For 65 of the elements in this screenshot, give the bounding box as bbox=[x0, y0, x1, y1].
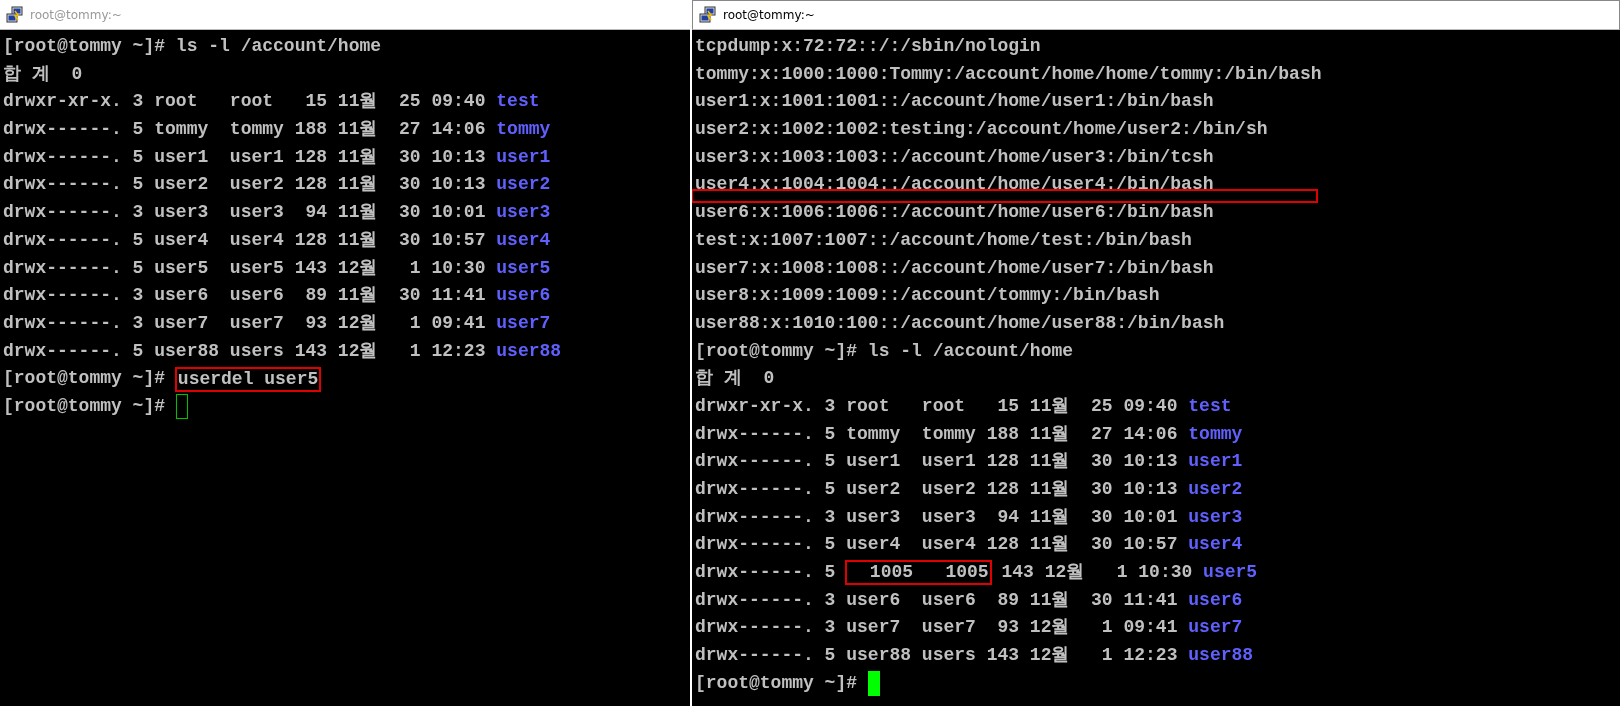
terminal-text: [root@tommy ~]# bbox=[3, 394, 167, 418]
terminal-text: drwxr-xr-x. 3 root root 15 11월 25 09:40 bbox=[3, 90, 487, 114]
directory-name: user4 bbox=[496, 228, 551, 252]
directory-name: tommy bbox=[1188, 422, 1243, 446]
terminal-text: drwx------. 3 user6 user6 89 11월 30 11:41 bbox=[3, 284, 487, 308]
terminal-text: [root@tommy ~]# ls -l /account/home bbox=[3, 35, 382, 58]
directory-name: user6 bbox=[1188, 588, 1243, 612]
directory-name: test bbox=[1188, 394, 1232, 418]
terminal-text: [root@tommy ~]# ls -l /account/home bbox=[695, 339, 1074, 363]
directory-name: user2 bbox=[496, 173, 551, 197]
terminal-text: drwx------. 5 bbox=[695, 561, 837, 585]
directory-name: user7 bbox=[1188, 616, 1243, 640]
terminal-text: drwxr-xr-x. 3 root root 15 11월 25 09:40 bbox=[695, 394, 1179, 418]
terminal-text: drwx------. 5 user5 user5 143 12월 1 10:30 bbox=[3, 256, 487, 280]
directory-name: user4 bbox=[1188, 533, 1243, 557]
terminal-text: 143 12월 1 10:30 bbox=[1000, 561, 1194, 585]
terminal-text: drwx------. 5 user88 users 143 12월 1 12:23 bbox=[695, 644, 1179, 668]
terminal-text: drwx------. 5 user4 user4 128 11월 30 10:57 bbox=[695, 533, 1179, 557]
terminal-text: drwx------. 3 user7 user7 93 12월 1 09:41 bbox=[3, 311, 487, 335]
directory-name: user1 bbox=[496, 145, 551, 169]
directory-name: user3 bbox=[1188, 505, 1243, 529]
terminal-text: test:x:1007:1007::/account/home/test:/bin/bash bbox=[695, 228, 1192, 252]
directory-name: user88 bbox=[1188, 644, 1254, 668]
directory-name: user3 bbox=[496, 201, 551, 225]
terminal-text: user1:x:1001:1001::/account/home/user1:/bin/bash bbox=[695, 90, 1214, 114]
terminal-text: drwx------. 3 user7 user7 93 12월 1 09:41 bbox=[695, 616, 1179, 640]
terminal-text: drwx------. 5 user88 users 143 12월 1 12:23 bbox=[3, 339, 487, 363]
terminal-app-icon bbox=[699, 6, 717, 24]
terminal-text: user8:x:1009:1009::/account/tommy:/bin/bash bbox=[695, 284, 1160, 308]
terminal-text: drwx------. 5 user1 user1 128 11월 30 10:13 bbox=[3, 145, 487, 169]
terminal-text: 합 계 0 bbox=[3, 62, 83, 86]
directory-name: user5 bbox=[496, 256, 551, 280]
directory-name: user88 bbox=[496, 339, 562, 363]
terminal-text: drwx------. 3 user3 user3 94 11월 30 10:01 bbox=[3, 201, 487, 225]
window-title: root@tommy:~ bbox=[30, 7, 122, 22]
terminal-text: user2:x:1002:1002:testing:/account/home/user2:/bin/sh bbox=[695, 118, 1268, 142]
terminal-text: drwx------. 5 user4 user4 128 11월 30 10:57 bbox=[3, 228, 487, 252]
directory-name: user7 bbox=[496, 311, 551, 335]
terminal-text: user4:x:1004:1004::/account/home/user4:/bin/bash bbox=[695, 173, 1214, 197]
terminal-text: drwx------. 5 tommy tommy 188 11월 27 14:06 bbox=[3, 118, 487, 142]
terminal-text: [root@tommy ~]# bbox=[3, 367, 167, 391]
terminal-text: user6:x:1006:1006::/account/home/user6:/bin/bash bbox=[695, 201, 1214, 225]
terminal-text: drwx------. 3 user3 user3 94 11월 30 10:01 bbox=[695, 505, 1179, 529]
window-title: root@tommy:~ bbox=[723, 8, 815, 22]
directory-name: user5 bbox=[1203, 561, 1258, 585]
terminal-text: [root@tommy ~]# bbox=[695, 671, 859, 695]
directory-name: user6 bbox=[496, 284, 551, 308]
terminal-text: tommy:x:1000:1000:Tommy:/account/home/home/tommy:/bin/bash bbox=[695, 62, 1322, 86]
directory-name: test bbox=[496, 90, 540, 114]
terminal-text: drwx------. 5 user2 user2 128 11월 30 10:13 bbox=[3, 173, 487, 197]
terminal-text: user88:x:1010:100::/account/home/user88:/bin/bash bbox=[695, 311, 1225, 335]
directory-name: user2 bbox=[1188, 478, 1243, 501]
terminal-text: drwx------. 5 user1 user1 128 11월 30 10:13 bbox=[695, 450, 1179, 474]
highlighted-text: 1005 1005 bbox=[846, 561, 991, 585]
terminal-text: drwx------. 5 tommy tommy 188 11월 27 14:06 bbox=[695, 422, 1179, 446]
terminal-text: tcpdump:x:72:72::/:/sbin/nologin bbox=[695, 35, 1041, 58]
directory-name: user1 bbox=[1188, 450, 1243, 474]
terminal-text: drwx------. 5 user2 user2 128 11월 30 10:13 bbox=[695, 478, 1179, 501]
terminal-text: drwx------. 3 user6 user6 89 11월 30 11:41 bbox=[695, 588, 1179, 612]
terminal-text: 합 계 0 bbox=[695, 367, 775, 391]
terminal-text: user7:x:1008:1008::/account/home/user7:/bin/bash bbox=[695, 256, 1214, 280]
highlighted-text: userdel user5 bbox=[175, 367, 321, 391]
terminal-text: user3:x:1003:1003::/account/home/user3:/bin/tcsh bbox=[695, 145, 1214, 169]
directory-name: tommy bbox=[496, 118, 551, 142]
terminal-app-icon bbox=[6, 5, 24, 24]
